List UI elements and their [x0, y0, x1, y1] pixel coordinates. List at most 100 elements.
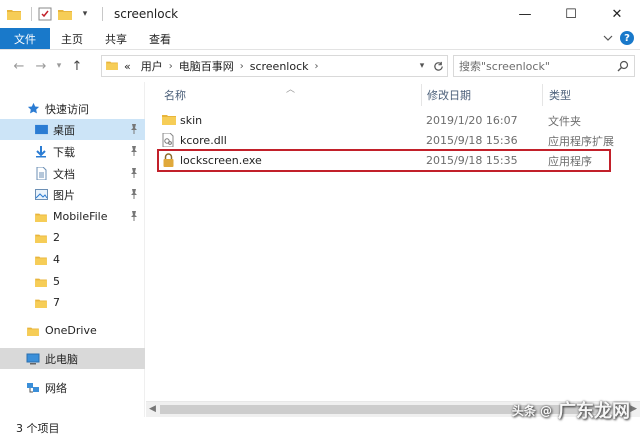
folder-icon: [6, 6, 22, 22]
search-placeholder: 搜索"screenlock": [459, 60, 550, 73]
sidebar-item-6[interactable]: 2: [0, 227, 145, 248]
pin-icon[interactable]: [129, 123, 139, 135]
sidebar-item-5[interactable]: MobileFile: [0, 206, 145, 227]
nav-network-label: 网络: [45, 381, 67, 395]
window-title: screenlock: [114, 7, 179, 21]
folder-icon: [162, 113, 176, 127]
watermark-text: 广东龙网: [558, 401, 630, 422]
chevron-right-icon[interactable]: ›: [169, 61, 173, 72]
breadcrumb-overflow[interactable]: «: [124, 60, 131, 73]
chevron-right-icon[interactable]: ›: [315, 61, 319, 72]
sidebar-item-3[interactable]: 文档: [0, 163, 145, 184]
file-name: skin: [180, 114, 203, 127]
pin-icon[interactable]: [129, 210, 139, 222]
desktop-icon: [34, 123, 48, 137]
column-name-label: 名称: [164, 89, 186, 102]
sidebar-item-label: 文档: [53, 167, 75, 181]
minimize-button[interactable]: —: [502, 0, 548, 28]
chevron-right-icon[interactable]: ›: [240, 61, 244, 72]
scroll-right-icon[interactable]: ▶: [630, 404, 637, 414]
folder-icon: [106, 60, 118, 73]
scroll-left-icon[interactable]: ◀: [149, 404, 156, 414]
column-divider[interactable]: [542, 84, 543, 106]
tab-share[interactable]: 共享: [94, 28, 138, 49]
pin-icon[interactable]: [129, 188, 139, 200]
watermark: 头条 @ 广东龙网: [512, 397, 630, 423]
highlight-annotation: [157, 149, 611, 172]
sidebar-item-label: 5: [53, 275, 60, 288]
sidebar-item-label: 4: [53, 253, 60, 266]
column-header-date[interactable]: 修改日期: [427, 82, 545, 108]
file-date: 2019/1/20 16:07: [426, 114, 518, 127]
window-controls: — ☐ ✕: [502, 0, 640, 28]
address-dropdown-icon[interactable]: ▾: [415, 59, 429, 73]
nav-quick-access-label: 快速访问: [45, 102, 89, 116]
column-type-label: 类型: [549, 89, 571, 102]
document-icon: [34, 167, 48, 181]
quick-access-toolbar: ▾: [0, 0, 108, 28]
folder-icon: [34, 275, 48, 289]
breadcrumb-users[interactable]: 用户: [141, 58, 163, 74]
table-row[interactable]: skin 2019/1/20 16:07 文件夹: [158, 111, 628, 130]
folder-icon: [26, 324, 40, 338]
nav-quick-access[interactable]: 快速访问: [0, 98, 145, 119]
picture-icon: [34, 188, 48, 202]
column-divider[interactable]: [421, 84, 422, 106]
nav-network[interactable]: 网络: [0, 377, 145, 398]
file-name: kcore.dll: [180, 134, 227, 147]
customize-dropdown-icon[interactable]: ▾: [77, 6, 93, 22]
sidebar-item-label: 图片: [53, 188, 75, 202]
help-button[interactable]: ?: [620, 31, 634, 45]
file-list: ︿ 名称 修改日期 类型 skin 2019/1/20 16:07 文件夹 kc…: [146, 82, 640, 417]
refresh-icon[interactable]: [431, 59, 445, 73]
folder-icon: [34, 296, 48, 310]
column-header-name[interactable]: 名称: [164, 82, 416, 108]
pin-icon[interactable]: [129, 167, 139, 179]
recent-dropdown-button[interactable]: ▾: [52, 54, 66, 78]
file-type: 应用程序扩展: [548, 134, 614, 148]
close-button[interactable]: ✕: [594, 0, 640, 28]
chevron-down-icon[interactable]: [602, 32, 614, 44]
sidebar-item-4[interactable]: 图片: [0, 184, 145, 205]
file-type: 文件夹: [548, 114, 581, 128]
sidebar-item-8[interactable]: 5: [0, 271, 145, 292]
sidebar-item-7[interactable]: 4: [0, 249, 145, 270]
sidebar-item-1[interactable]: 桌面: [0, 119, 145, 140]
column-header-type[interactable]: 类型: [549, 82, 639, 108]
download-icon: [34, 145, 48, 159]
pin-icon[interactable]: [129, 145, 139, 157]
up-button[interactable]: ↑: [66, 54, 88, 78]
sidebar-item-label: 7: [53, 296, 60, 309]
sidebar-item-label: MobileFile: [53, 210, 108, 223]
sidebar-item-label: 2: [53, 231, 60, 244]
computer-icon: [26, 352, 40, 366]
folder-icon: [34, 231, 48, 245]
forward-button[interactable]: →: [30, 54, 52, 78]
title-bar: ▾ screenlock — ☐ ✕: [0, 0, 640, 28]
dll-file-icon: [162, 132, 176, 148]
breadcrumb-user-folder[interactable]: 电脑百事网: [179, 58, 234, 74]
back-button[interactable]: ←: [8, 54, 30, 78]
sidebar-item-9[interactable]: 7: [0, 292, 145, 313]
tab-view[interactable]: 查看: [138, 28, 182, 49]
tab-file[interactable]: 文件: [0, 28, 50, 49]
network-icon: [26, 381, 40, 395]
new-folder-icon[interactable]: [57, 6, 73, 22]
breadcrumb-screenlock[interactable]: screenlock: [250, 60, 309, 73]
maximize-button[interactable]: ☐: [548, 0, 594, 28]
watermark-prefix: 头条 @: [511, 403, 552, 418]
sidebar-item-2[interactable]: 下载: [0, 141, 145, 162]
ribbon-tabs: 文件 主页 共享 查看 ?: [0, 28, 640, 50]
nav-onedrive[interactable]: OneDrive: [0, 320, 145, 341]
address-bar[interactable]: « 用户 › 电脑百事网 › screenlock › ▾: [101, 55, 448, 77]
search-icon[interactable]: [617, 60, 629, 75]
folder-icon: [34, 210, 48, 224]
nav-this-pc[interactable]: 此电脑: [0, 348, 145, 369]
nav-onedrive-label: OneDrive: [45, 324, 97, 337]
table-row[interactable]: kcore.dll 2015/9/18 15:36 应用程序扩展: [158, 131, 628, 150]
properties-icon[interactable]: [37, 6, 53, 22]
tab-home[interactable]: 主页: [50, 28, 94, 49]
navigation-row: ← → ▾ ↑ « 用户 › 电脑百事网 › screenlock › ▾ 搜索…: [0, 50, 640, 82]
search-input[interactable]: 搜索"screenlock": [453, 55, 635, 77]
column-date-label: 修改日期: [427, 89, 471, 102]
